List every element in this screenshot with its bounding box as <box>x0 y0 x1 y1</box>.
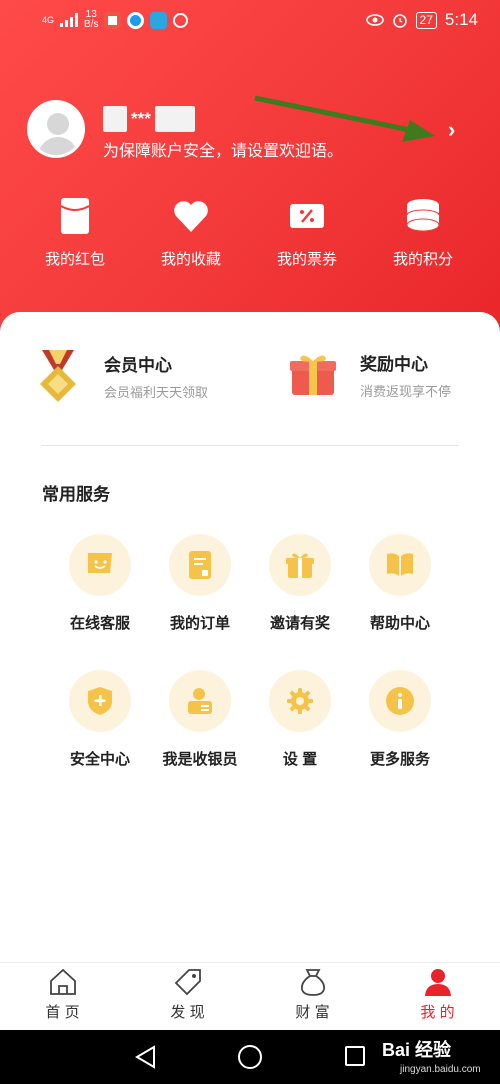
reward-center[interactable]: 奖励中心 消费返现享不停 <box>290 350 451 400</box>
service-more[interactable]: 更多服务 <box>350 670 450 769</box>
net-speed-unit: B/s <box>84 19 99 30</box>
alarm-icon <box>392 14 407 28</box>
service-label: 更多服务 <box>369 751 430 768</box>
signal-icon <box>60 13 79 27</box>
reward-center-title: 奖励中心 <box>360 355 428 374</box>
service-label: 设 置 <box>282 751 318 768</box>
money-bag-icon <box>300 969 325 996</box>
book-icon <box>387 553 413 576</box>
cashier-icon <box>188 688 212 714</box>
tab-label: 我 的 <box>420 1004 455 1021</box>
bottom-tab-bar: 首 页 发 现 财 富 我 的 <box>0 962 500 1030</box>
tab-label: 首 页 <box>45 1004 80 1021</box>
username-masked-text: *** <box>131 109 151 128</box>
member-center-title: 会员中心 <box>104 356 172 375</box>
weibo-app-icon <box>104 11 122 29</box>
username-redaction <box>103 106 127 132</box>
medal-icon <box>40 350 76 402</box>
quick-label: 我的票券 <box>276 251 337 268</box>
person-icon <box>424 969 451 996</box>
service-help-center[interactable]: 帮助中心 <box>350 534 450 633</box>
service-cashier[interactable]: 我是收银员 <box>150 670 250 769</box>
eye-icon <box>365 14 384 26</box>
service-invite-reward[interactable]: 邀请有奖 <box>250 534 350 633</box>
tab-label: 发 现 <box>170 1004 205 1021</box>
service-label: 安全中心 <box>69 751 130 768</box>
service-security-center[interactable]: 安全中心 <box>50 670 150 769</box>
telegram-app-icon <box>150 11 168 29</box>
quick-favorites[interactable]: 我的收藏 <box>133 196 249 269</box>
tag-icon <box>174 969 201 996</box>
quick-coupons[interactable]: 我的票券 <box>249 196 365 269</box>
service-label: 在线客服 <box>69 615 130 632</box>
username-redaction <box>154 106 195 132</box>
tab-discover[interactable]: 发 现 <box>125 963 250 1030</box>
tab-home[interactable]: 首 页 <box>0 963 125 1030</box>
annotation-arrow-icon <box>254 95 435 142</box>
home-button-icon[interactable] <box>238 1045 262 1069</box>
quick-label: 我的积分 <box>392 251 453 268</box>
quick-actions: 我的红包 我的收藏 我的票券 我的积分 <box>0 196 500 269</box>
quick-label: 我的红包 <box>44 251 105 268</box>
service-online-support[interactable]: 在线客服 <box>50 534 150 633</box>
service-label: 邀请有奖 <box>269 615 330 632</box>
service-settings[interactable]: 设 置 <box>250 670 350 769</box>
username[interactable]: *** <box>103 104 195 134</box>
battery-icon: 27 <box>415 11 437 29</box>
circle-app-icon <box>173 12 189 28</box>
divider <box>41 445 459 446</box>
baidu-watermark: Bai 经验 <box>382 1040 452 1060</box>
tab-wealth[interactable]: 财 富 <box>250 963 375 1030</box>
recent-apps-icon[interactable] <box>345 1046 365 1066</box>
tab-mine[interactable]: 我 的 <box>375 963 500 1030</box>
coins-stack-icon <box>406 199 440 232</box>
home-icon <box>49 968 76 995</box>
info-icon <box>386 687 414 715</box>
gift-icon <box>286 553 314 578</box>
service-label: 我的订单 <box>169 615 230 632</box>
reward-center-subtitle: 消费返现享不停 <box>360 384 452 399</box>
service-label: 我是收银员 <box>162 751 238 768</box>
chat-bubble-icon <box>88 553 112 573</box>
back-icon[interactable] <box>134 1045 156 1069</box>
clock: 5:14 <box>444 10 478 29</box>
avatar[interactable] <box>27 100 85 158</box>
services-title: 常用服务 <box>42 485 110 504</box>
coupon-icon <box>290 204 324 228</box>
quick-points[interactable]: 我的积分 <box>365 196 481 269</box>
chevron-right-icon[interactable]: › <box>448 117 455 143</box>
service-my-orders[interactable]: 我的订单 <box>150 534 250 633</box>
shield-icon <box>88 687 112 715</box>
service-label: 帮助中心 <box>369 615 430 632</box>
browser-app-icon <box>127 11 145 29</box>
order-doc-icon <box>189 551 211 579</box>
member-center[interactable]: 会员中心 会员福利天天领取 <box>36 350 208 402</box>
heart-icon <box>174 201 208 232</box>
baidu-watermark-url: jingyan.baidu.com <box>400 1064 481 1075</box>
network-type: 4G <box>42 14 55 25</box>
status-bar: 4G 13 B/s 27 5:14 <box>0 0 500 40</box>
quick-red-envelope[interactable]: 我的红包 <box>17 196 133 269</box>
quick-label: 我的收藏 <box>160 251 221 268</box>
net-speed: 13 B/s <box>84 10 98 30</box>
main-card: 会员中心 会员福利天天领取 奖励中心 消费返现享不停 常用服务 在线客服 我的订… <box>0 312 500 962</box>
gear-icon <box>287 688 313 714</box>
red-envelope-icon <box>60 198 90 234</box>
gift-box-icon <box>290 355 336 395</box>
profile-header: 4G 13 B/s 27 5:14 *** 为保障账户安全，请设置欢迎语。 › … <box>0 0 500 340</box>
member-center-subtitle: 会员福利天天领取 <box>104 385 209 400</box>
tab-label: 财 富 <box>295 1004 330 1021</box>
